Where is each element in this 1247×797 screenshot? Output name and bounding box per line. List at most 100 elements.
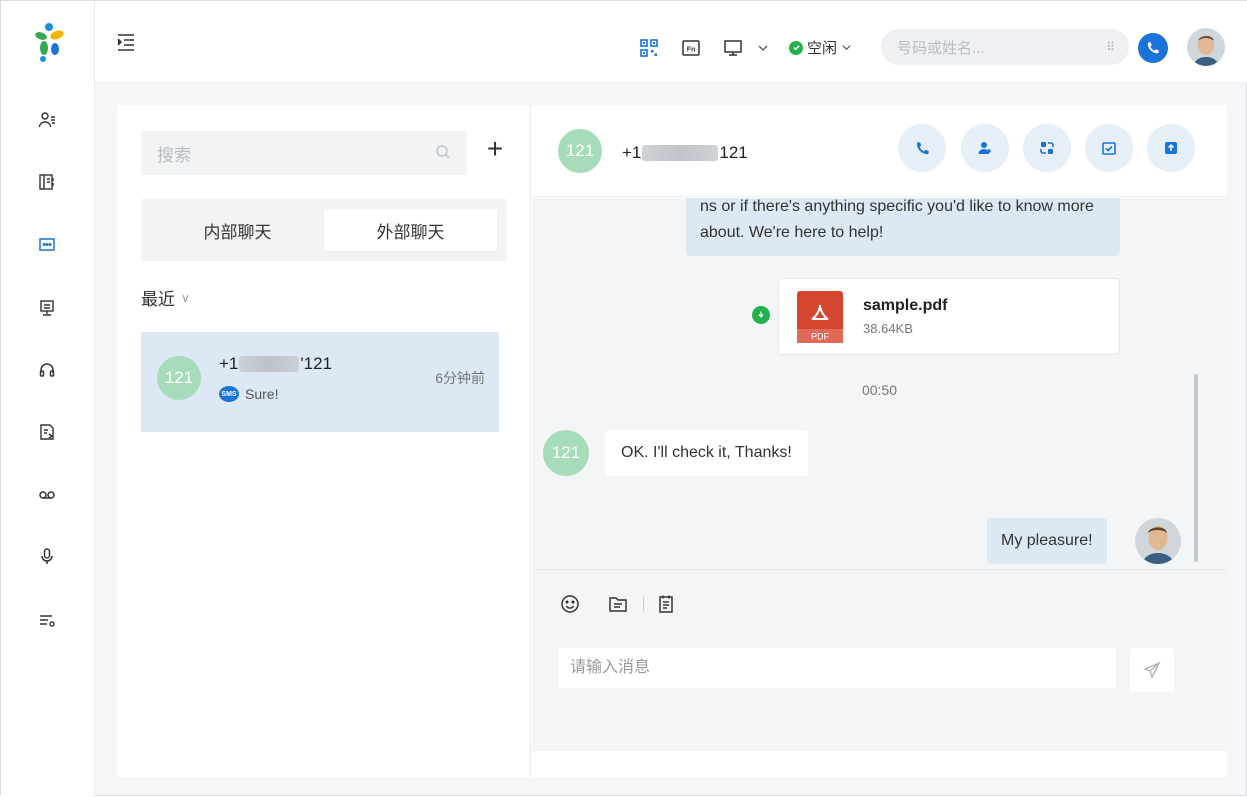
attach-file-button[interactable] xyxy=(606,592,630,616)
incoming-message: OK. I'll check it, Thanks! xyxy=(605,430,808,476)
chat-panel: 121 +1 121 ns or if there's anything spe… xyxy=(532,105,1227,777)
file-size: 38.64KB xyxy=(863,321,913,336)
rail-monitor[interactable] xyxy=(34,295,60,321)
archive-button[interactable] xyxy=(1147,124,1195,172)
rail-call-log[interactable] xyxy=(34,419,60,445)
top-bar: Fn 空闲 号码或姓名... ⠿ xyxy=(95,1,1247,83)
left-rail xyxy=(1,1,95,797)
voicemail-icon xyxy=(39,491,55,499)
header-call-button[interactable] xyxy=(898,124,946,172)
redacted-number xyxy=(239,356,300,372)
chat-header: 121 +1 121 xyxy=(532,105,1227,197)
status-chevron-icon xyxy=(842,45,851,51)
transfer-icon xyxy=(1040,142,1054,154)
conversation-number-prefix: +1 xyxy=(219,354,239,373)
recent-label: 最近 xyxy=(141,290,175,309)
search-icon xyxy=(436,145,450,159)
app-window: Fn 空闲 号码或姓名... ⠿ 搜索 + 内部聊天 外部聊天 最近 ∨ 121… xyxy=(0,0,1247,797)
rail-chat[interactable] xyxy=(34,232,60,258)
headset-icon xyxy=(39,363,55,377)
message-composer xyxy=(532,569,1227,751)
add-contact-button[interactable] xyxy=(961,124,1009,172)
status-check-icon xyxy=(789,40,803,55)
message-input[interactable] xyxy=(558,648,1116,688)
emoji-icon xyxy=(561,595,579,613)
clipboard-icon xyxy=(659,595,673,613)
conversation-list-panel: 搜索 + 内部聊天 外部聊天 最近 ∨ 121 +1 '121 6分钟前 SMS… xyxy=(117,105,531,777)
template-button[interactable] xyxy=(654,592,678,616)
rail-phonebook[interactable] xyxy=(34,169,60,195)
conversation-search-input[interactable]: 搜索 xyxy=(141,131,467,175)
tab-internal-chat[interactable]: 内部聊天 xyxy=(151,209,324,251)
file-name: sample.pdf xyxy=(863,297,948,314)
rail-settings-list[interactable] xyxy=(34,607,60,633)
incoming-avatar: 121 xyxy=(543,430,589,476)
device-dropdown-chevron-icon[interactable] xyxy=(752,37,774,59)
folder-icon xyxy=(609,597,627,612)
message-bubble-partial: ns or if there's anything specific you'd… xyxy=(686,198,1120,256)
qr-code-icon[interactable] xyxy=(638,37,660,59)
fn-key-icon[interactable]: Fn xyxy=(680,37,702,59)
add-contact-icon xyxy=(978,142,991,154)
monitor-icon xyxy=(40,300,54,316)
sms-icon: SMS xyxy=(219,386,239,402)
phonebook-icon xyxy=(39,174,54,190)
conversation-item[interactable]: 121 +1 '121 6分钟前 SMS Sure! xyxy=(141,332,499,432)
settings-list-icon xyxy=(40,615,55,627)
call-button[interactable] xyxy=(1138,33,1168,63)
chat-number: +1 121 xyxy=(622,143,748,163)
message-list: ns or if there's anything specific you'd… xyxy=(532,198,1227,569)
tab-external-chat[interactable]: 外部聊天 xyxy=(324,209,497,251)
contacts-icon xyxy=(38,112,55,128)
number-search-input[interactable]: 号码或姓名... ⠿ xyxy=(881,29,1129,65)
chat-number-suffix: 121 xyxy=(719,143,748,162)
chat-avatar: 121 xyxy=(558,129,602,173)
outgoing-message: My pleasure! xyxy=(987,518,1107,564)
new-conversation-button[interactable]: + xyxy=(483,135,507,165)
phone-icon xyxy=(1147,42,1159,54)
conversation-number: +1 '121 xyxy=(219,354,332,374)
presence-status[interactable]: 空闲 xyxy=(789,37,852,58)
emoji-button[interactable] xyxy=(558,592,582,616)
pdf-file-icon: PDF xyxy=(797,291,843,343)
desktop-icon[interactable] xyxy=(722,37,744,59)
download-icon[interactable] xyxy=(752,306,770,324)
rail-microphone[interactable] xyxy=(34,543,60,569)
message-scrollbar[interactable] xyxy=(1194,374,1198,562)
chat-number-prefix: +1 xyxy=(622,143,642,162)
chat-type-tabs: 内部聊天 外部聊天 xyxy=(141,199,507,261)
main-card: 搜索 + 内部聊天 外部聊天 最近 ∨ 121 +1 '121 6分钟前 SMS… xyxy=(117,105,1227,777)
dialpad-icon[interactable]: ⠿ xyxy=(1106,40,1115,54)
rail-headset[interactable] xyxy=(34,357,60,383)
app-logo xyxy=(35,23,64,62)
recent-chevron-icon: ∨ xyxy=(181,290,190,305)
recent-filter-dropdown[interactable]: 最近 ∨ xyxy=(141,285,190,310)
transfer-button[interactable] xyxy=(1023,124,1071,172)
conversation-search-placeholder: 搜索 xyxy=(157,145,191,165)
redacted-number xyxy=(642,145,719,161)
archive-icon xyxy=(1165,142,1177,154)
rail-contacts[interactable] xyxy=(34,107,60,133)
conversation-avatar: 121 xyxy=(157,356,201,400)
checklist-icon xyxy=(1102,142,1116,155)
call-log-icon xyxy=(40,424,54,440)
file-attachment[interactable]: PDF sample.pdf 38.64KB xyxy=(778,278,1120,355)
microphone-icon xyxy=(41,548,53,564)
send-button[interactable] xyxy=(1130,648,1174,692)
conversation-preview-text: Sure! xyxy=(245,386,279,402)
phone-icon xyxy=(916,141,929,154)
menu-toggle-icon[interactable] xyxy=(115,31,137,53)
message-timestamp: 00:50 xyxy=(861,382,898,398)
status-label: 空闲 xyxy=(807,40,838,57)
conversation-time: 6分钟前 xyxy=(435,370,485,386)
send-icon xyxy=(1143,661,1161,679)
pdf-type-label: PDF xyxy=(811,332,830,342)
outgoing-avatar xyxy=(1135,518,1181,564)
user-avatar[interactable] xyxy=(1187,28,1225,66)
chat-icon xyxy=(39,238,55,251)
number-search-placeholder: 号码或姓名... xyxy=(897,39,985,57)
svg-text:Fn: Fn xyxy=(687,47,696,54)
mark-done-button[interactable] xyxy=(1085,124,1133,172)
toolbar-divider xyxy=(643,597,644,611)
rail-voicemail[interactable] xyxy=(34,481,60,507)
